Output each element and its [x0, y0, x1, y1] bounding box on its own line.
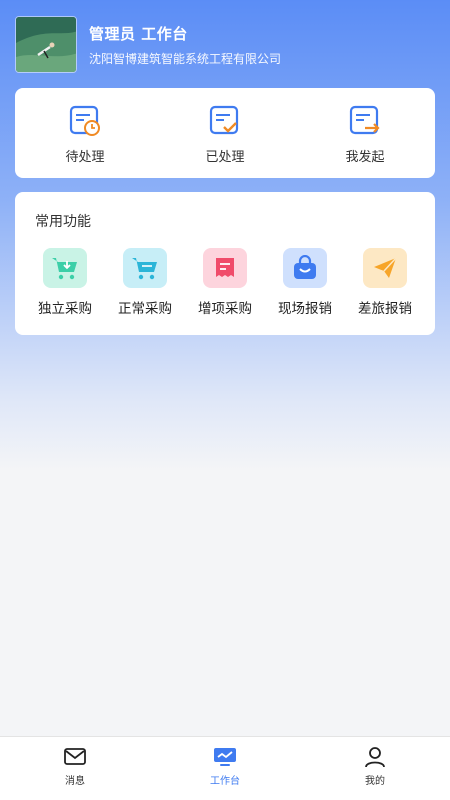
func-independent-purchase[interactable]: 独立采购 [25, 248, 105, 317]
todo-pending-label: 待处理 [65, 150, 105, 165]
company-name: 沈阳智博建筑智能系统工程有限公司 [89, 51, 282, 66]
user-icon [365, 747, 385, 768]
paper-plane-icon [374, 257, 397, 278]
todo-card: 待处理 已处理 我发起 [15, 88, 435, 178]
tab-messages-label: 消息 [65, 776, 85, 787]
avatar[interactable] [15, 16, 77, 73]
mail-icon [64, 748, 86, 765]
cart-download-icon [52, 258, 77, 280]
func-onsite-reimbursement[interactable]: 现场报销 [265, 248, 345, 317]
common-functions-card: 常用功能 独立采购 正常采购 增项采购 现场报销 差旅报销 [15, 192, 435, 335]
receipt-icon [216, 258, 234, 277]
tab-profile-label: 我的 [365, 776, 385, 787]
tab-workbench[interactable]: 工作台 [150, 737, 300, 800]
pending-doc-icon [69, 105, 100, 136]
todo-pending[interactable]: 待处理 [15, 88, 155, 178]
func-label: 现场报销 [278, 301, 332, 317]
page-title: 管理员 工作台 [89, 24, 188, 43]
tab-messages[interactable]: 消息 [0, 737, 150, 800]
bottom-tab-bar: 消息 工作台 我的 [0, 736, 450, 800]
func-label: 增项采购 [198, 301, 252, 317]
func-label: 差旅报销 [358, 301, 412, 317]
cart-icon [132, 258, 157, 280]
todo-done[interactable]: 已处理 [155, 88, 295, 178]
func-travel-reimbursement[interactable]: 差旅报销 [345, 248, 425, 317]
function-grid: 独立采购 正常采购 增项采购 现场报销 差旅报销 [25, 248, 425, 317]
header: 管理员 工作台 沈阳智博建筑智能系统工程有限公司 [15, 16, 281, 73]
func-label: 正常采购 [118, 301, 172, 317]
bag-icon [294, 255, 316, 279]
section-title: 常用功能 [35, 214, 91, 230]
todo-initiated[interactable]: 我发起 [295, 88, 435, 178]
todo-done-label: 已处理 [205, 150, 245, 165]
initiated-doc-icon [349, 105, 380, 135]
todo-initiated-label: 我发起 [345, 150, 385, 165]
tab-profile[interactable]: 我的 [300, 737, 450, 800]
func-label: 独立采购 [38, 301, 92, 317]
func-normal-purchase[interactable]: 正常采购 [105, 248, 185, 317]
func-additional-purchase[interactable]: 增项采购 [185, 248, 265, 317]
tab-workbench-label: 工作台 [210, 776, 240, 787]
done-doc-icon [209, 105, 239, 135]
monitor-icon [214, 748, 236, 766]
